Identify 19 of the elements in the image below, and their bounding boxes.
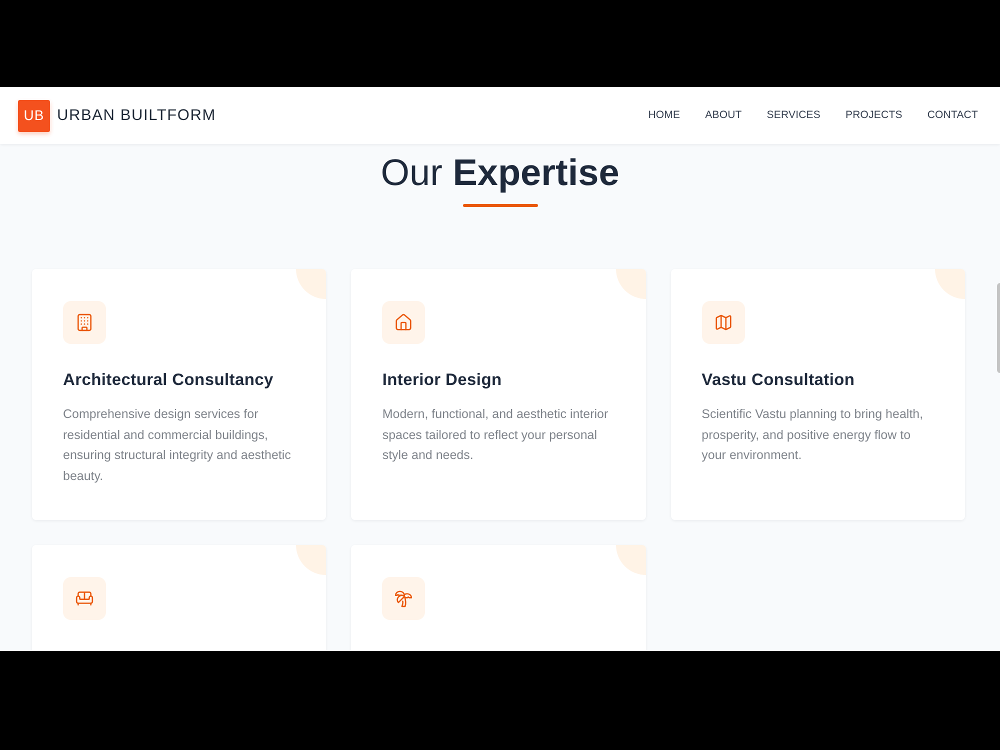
nav-link[interactable]: SERVICES: [766, 108, 821, 124]
palm-tree-icon: [382, 577, 426, 620]
sofa-icon: [63, 577, 106, 620]
nav-link[interactable]: PROJECTS: [846, 108, 902, 124]
house-icon: [382, 301, 426, 344]
card-title: Architectural Consultancy: [63, 370, 274, 390]
brand-name[interactable]: URBAN BUILTFORM: [57, 104, 216, 128]
nav-link[interactable]: HOME: [648, 108, 680, 124]
nav-link[interactable]: ABOUT: [705, 108, 742, 124]
card-description: Comprehensive design services for residential and commercial buildings, ensuring structural integrity and aesthetic beauty.: [63, 406, 292, 485]
card-description: Scientific Vastu planning to bring health, prosperity, and positive energy flow to your environment.: [702, 406, 924, 464]
card-description: Modern, functional, and aesthetic interior spaces tailored to reflect your personal style and needs.: [382, 406, 610, 464]
card-title: Vastu Consultation: [702, 370, 856, 390]
scrollbar-thumb[interactable]: [997, 283, 1000, 373]
section-title: Our Expertise: [380, 152, 620, 194]
building-icon: [63, 301, 106, 344]
nav-link[interactable]: CONTACT: [927, 108, 978, 124]
card-title: Interior Design: [382, 370, 503, 390]
map-icon: [702, 301, 745, 344]
